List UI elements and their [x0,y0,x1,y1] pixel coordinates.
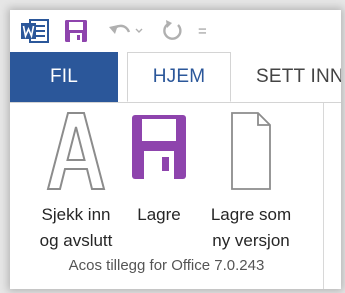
quick-access-toolbar: = [10,10,341,52]
word-icon[interactable] [20,18,50,44]
save-as-label-line1: Lagre som [210,205,292,224]
acos-group: Sjekk inn og avslutt Lagre Lagre som ny … [10,103,324,289]
ribbon-tab-bar: FIL HJEM SETT INN [10,52,341,103]
save-icon[interactable] [63,18,91,44]
customize-arrow-icon[interactable]: = [198,18,216,44]
check-in-label-line1: Sjekk inn [41,205,111,224]
blank-document-icon [231,112,271,190]
group-label: Acos tillegg for Office 7.0.243 [68,257,265,274]
check-in-label-line2: og avslutt [39,231,113,250]
save-as-label-line2: ny versjon [212,231,290,250]
ribbon-panel: Sjekk inn og avslutt Lagre Lagre som ny … [10,103,341,289]
letter-a-icon [46,112,106,190]
tab-insert-label: SETT INN [256,66,341,87]
undo-icon[interactable] [106,18,148,44]
customize-label: = [198,22,207,40]
tab-file[interactable]: FIL [10,52,118,102]
word-window-crop: = FIL HJEM SETT INN Sjekk inn og avslutt… [10,10,341,289]
floppy-disk-icon [132,115,186,179]
save-label: Lagre [137,205,181,224]
tab-home-label: HJEM [152,66,206,87]
tab-file-label: FIL [49,66,79,87]
tab-home[interactable]: HJEM [127,52,231,102]
tab-insert[interactable]: SETT INN [242,52,341,102]
redo-icon[interactable] [160,18,186,44]
